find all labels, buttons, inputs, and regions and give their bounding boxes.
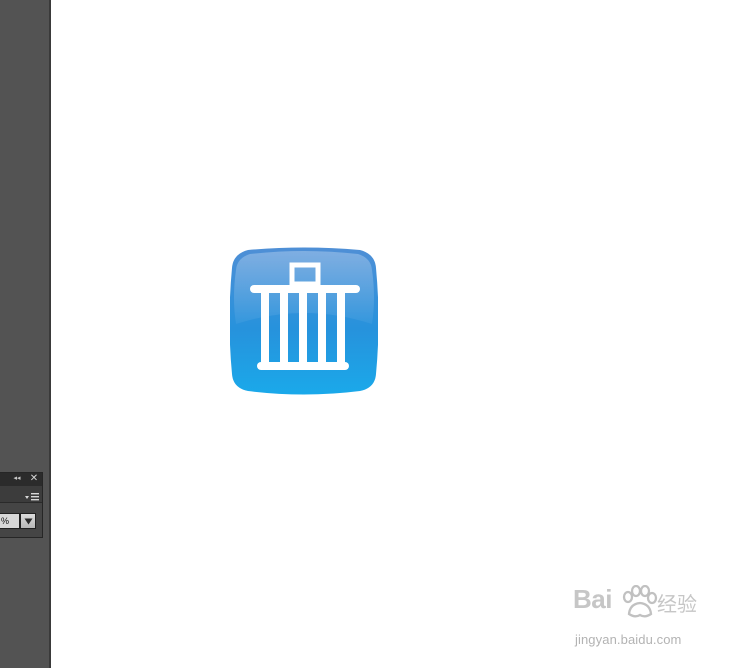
floating-panel-titlebar[interactable]: ◂◂ ✕ [0, 473, 42, 486]
double-chevron-left-icon[interactable]: ◂◂ [12, 474, 22, 484]
baidu-jingyan-watermark: Bai 经验 jingyan.baidu.com [573, 584, 713, 654]
left-panel-dock [0, 0, 49, 668]
opacity-dropdown-button[interactable] [20, 513, 36, 529]
close-icon[interactable]: ✕ [28, 473, 40, 485]
paw-icon [618, 584, 658, 619]
panel-menu-icon[interactable] [24, 489, 40, 501]
watermark-brand-text: Bai [573, 584, 612, 614]
triangle-down-icon [24, 518, 33, 525]
panel-divider [49, 0, 51, 668]
trash-can-icon [229, 246, 379, 396]
floating-panel-tabbar [0, 486, 42, 503]
floating-panel: ◂◂ ✕ % [0, 472, 43, 538]
watermark-url-text: jingyan.baidu.com [575, 632, 682, 647]
watermark-product-text: 经验 [657, 592, 697, 616]
opacity-input[interactable]: % [0, 513, 20, 529]
